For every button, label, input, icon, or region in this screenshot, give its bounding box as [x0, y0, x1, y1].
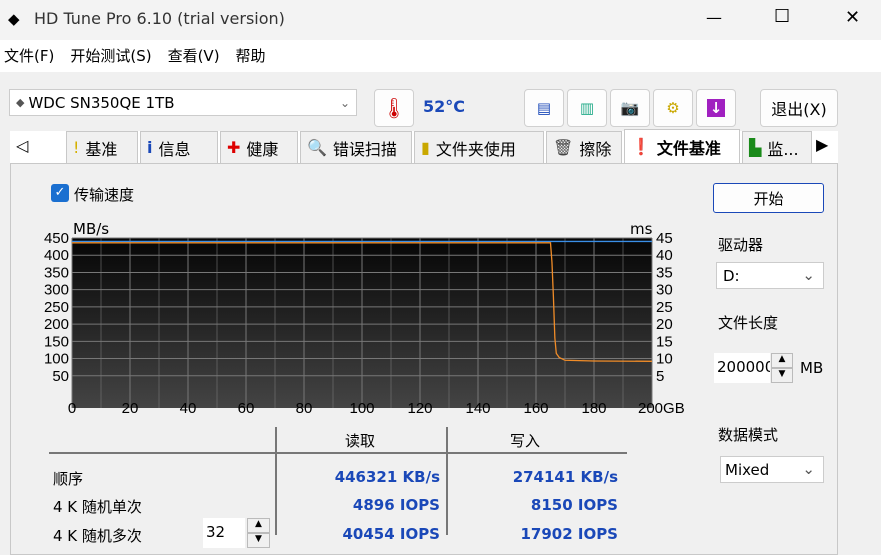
stepper-down-icon[interactable]: ▼	[771, 368, 793, 383]
4k-multi-write-value: 17902 IOPS	[520, 525, 618, 543]
write-header: 写入	[510, 432, 541, 450]
y-tick-label-right: 30	[656, 282, 673, 299]
y-tick-label-right: 20	[656, 316, 673, 333]
drive-label: 驱动器	[718, 236, 764, 254]
x-tick-label: 100	[349, 400, 374, 417]
y-tick-label-left: 150	[44, 333, 69, 350]
queue-depth-stepper[interactable]: ▲ ▼	[247, 518, 270, 549]
target-drive-value: D:	[723, 267, 740, 285]
file-length-label: 文件长度	[718, 314, 779, 332]
y-tick-label-right: 40	[656, 247, 673, 264]
4k-single-write-value: 8150 IOPS	[530, 496, 618, 514]
stepper-down-icon[interactable]: ▼	[247, 533, 270, 548]
sequential-write-value: 274141 KB/s	[512, 468, 618, 486]
data-mode-label: 数据模式	[718, 426, 779, 444]
x-tick-label: 20	[122, 400, 139, 417]
x-tick-label: 0	[68, 400, 76, 417]
results-header-line	[49, 452, 627, 454]
y-tick-label-right: 5	[656, 368, 664, 385]
y-tick-label-right: 25	[656, 299, 673, 316]
4k-multi-read-value: 40454 IOPS	[342, 525, 440, 543]
x-tick-label: 200GB	[638, 400, 685, 417]
target-drive-select[interactable]: D: ⌄	[716, 262, 824, 289]
stepper-up-icon[interactable]: ▲	[247, 518, 270, 533]
read-header: 读取	[345, 432, 376, 450]
results-divider	[446, 427, 448, 535]
sequential-read-value: 446321 KB/s	[334, 468, 440, 486]
chevron-down-icon: ⌄	[802, 266, 815, 284]
y-tick-label-left: 100	[44, 351, 69, 368]
y-tick-label-right: 45	[656, 230, 673, 247]
row-label-sequential: 顺序	[53, 470, 84, 488]
x-tick-label: 120	[407, 400, 432, 417]
y-tick-label-left: 50	[52, 368, 69, 385]
data-mode-value: Mixed	[725, 461, 770, 479]
data-mode-select[interactable]: Mixed ⌄	[720, 456, 824, 483]
x-tick-label: 60	[238, 400, 255, 417]
4k-single-read-value: 4896 IOPS	[352, 496, 440, 514]
file-length-input[interactable]: 200000	[714, 353, 770, 383]
x-tick-label: 40	[180, 400, 197, 417]
row-label-4k-single: 4 K 随机单次	[53, 498, 142, 516]
queue-depth-input[interactable]: 32	[203, 518, 245, 548]
row-label-4k-multi: 4 K 随机多次	[53, 527, 142, 545]
file-length-unit: MB	[800, 359, 824, 377]
x-tick-label: 140	[465, 400, 490, 417]
y-tick-label-right: 15	[656, 333, 673, 350]
y-tick-label-left: 200	[44, 316, 69, 333]
chevron-down-icon: ⌄	[802, 460, 815, 478]
y-tick-label-left: 350	[44, 264, 69, 281]
stepper-up-icon[interactable]: ▲	[771, 353, 793, 368]
start-button[interactable]: 开始	[713, 183, 824, 213]
y-tick-label-left: 400	[44, 247, 69, 264]
y-tick-label-right: 35	[656, 264, 673, 281]
y-tick-label-right: 10	[656, 351, 673, 368]
results-divider	[275, 427, 277, 535]
x-tick-label: 80	[296, 400, 313, 417]
x-tick-label: 180	[581, 400, 606, 417]
y-tick-label-left: 250	[44, 299, 69, 316]
x-tick-label: 160	[523, 400, 548, 417]
y-tick-label-left: 450	[44, 230, 69, 247]
file-length-stepper[interactable]: ▲ ▼	[771, 353, 793, 383]
y-tick-label-left: 300	[44, 282, 69, 299]
